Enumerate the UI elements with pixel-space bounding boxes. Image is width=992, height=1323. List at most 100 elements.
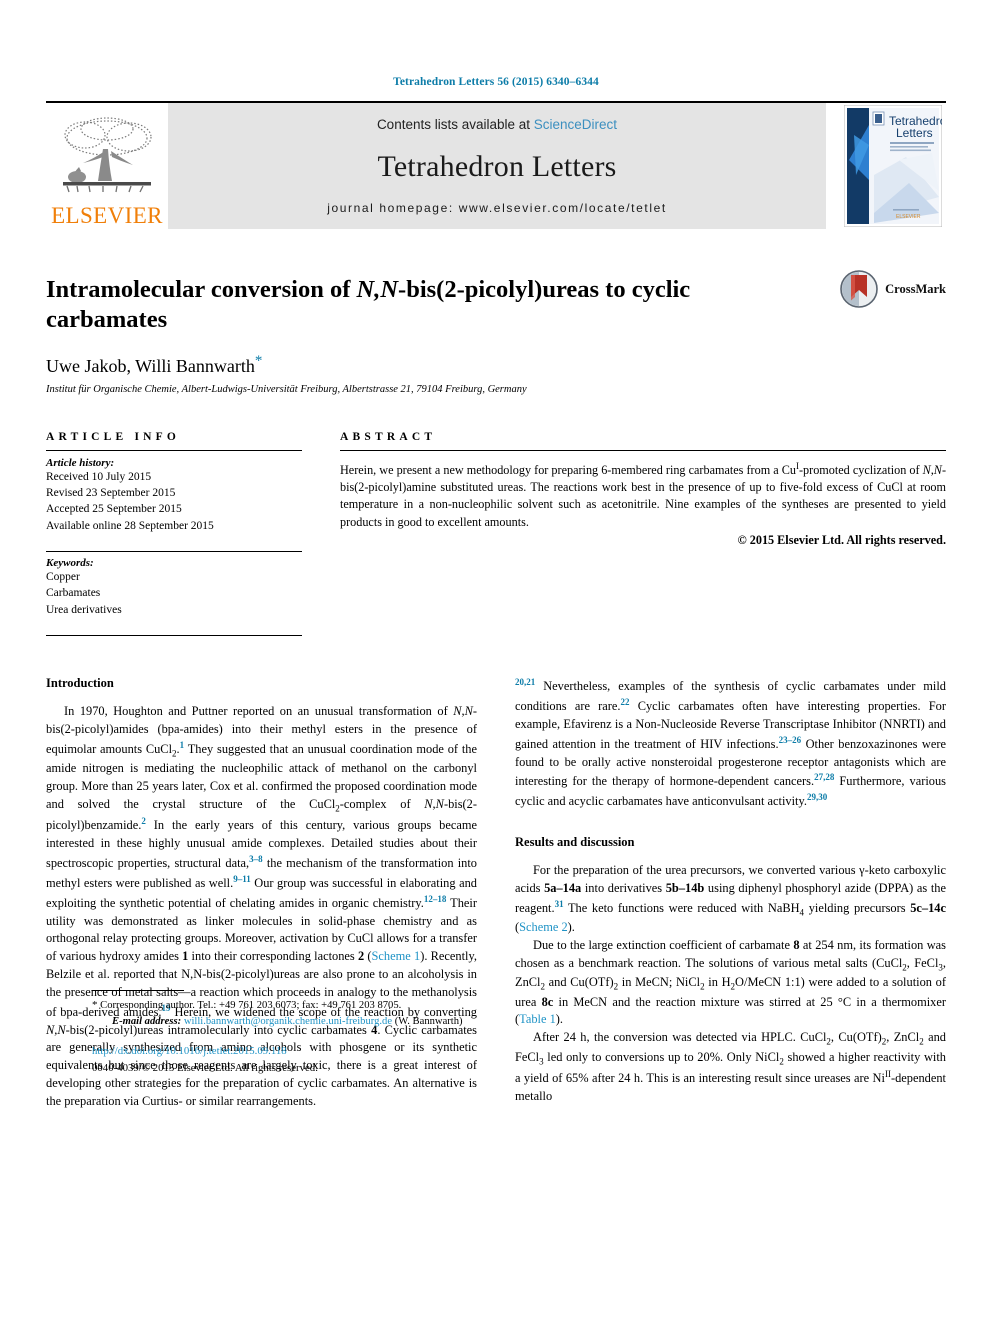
abstract-rule [340, 449, 946, 451]
footnote-corresponding-text: Corresponding author. Tel.: +49 761 203 … [100, 1000, 402, 1012]
footnote-rule [92, 990, 184, 992]
intro-seg-1: In 1970, Houghton and Puttner reported o… [64, 704, 454, 719]
footnote-email-line: E-mail address: willi.bannwarth@organik.… [92, 1014, 509, 1029]
keywords-bottom-rule [46, 635, 302, 637]
citation-ref-23-26[interactable]: 23–26 [779, 735, 802, 745]
contents-available-line: Contents lists available at ScienceDirec… [377, 117, 617, 132]
heading-results-and-discussion: Results and discussion [515, 835, 635, 850]
elsevier-logo[interactable]: ELSEVIER [46, 103, 168, 229]
res2-seg-5: and Cu(OTf) [544, 975, 614, 990]
citation-ref-29-30[interactable]: 29,30 [807, 792, 827, 802]
authors-names: Uwe Jakob, Willi Bannwarth [46, 355, 255, 376]
intro-seg-11: into their corresponding lactones [188, 949, 358, 964]
citation-ref-20-21[interactable]: 20,21 [515, 677, 535, 687]
title-italic: N,N [356, 276, 399, 303]
journal-homepage[interactable]: journal homepage: www.elsevier.com/locat… [327, 201, 667, 215]
intro-italic-1: N,N [453, 704, 473, 719]
elsevier-tree-icon [63, 117, 152, 193]
doi-block: http://dx.doi.org/10.1016/j.tetlet.2015.… [92, 1043, 509, 1076]
link-scheme-2[interactable]: Scheme 2 [519, 920, 568, 934]
abstract-column: ABSTRACT Herein, we present a new method… [340, 431, 946, 636]
abstract-heading: ABSTRACT [340, 430, 437, 443]
crossmark-badge[interactable]: CrossMark [839, 269, 946, 309]
res2-seg-10: ). [555, 1012, 564, 1027]
contents-prefix: Contents lists available at [376, 117, 534, 132]
footnote-email-suffix: (W. Bannwarth) [394, 1016, 463, 1028]
cover-image: Tetrahedron Letters ELSEVIER [844, 105, 942, 227]
article-page: Tetrahedron Letters 56 (2015) 6340–6344 [0, 0, 992, 1323]
keywords-top-rule [46, 551, 302, 553]
doi-link[interactable]: http://dx.doi.org/10.1016/j.tetlet.2015.… [92, 1045, 287, 1057]
compound-label-5c-14c: 5c–14c [910, 900, 946, 915]
keyword-urea-derivatives: Urea derivatives [46, 603, 122, 616]
body-columns: Introduction In 1970, Houghton and Puttn… [46, 676, 946, 1110]
compound-label-5b-14b: 5b–14b [665, 881, 705, 896]
footnote-star: * [92, 999, 98, 1012]
abstract-copyright: © 2015 Elsevier Ltd. All rights reserved… [737, 533, 946, 548]
intro-seg-5: -complex of [339, 796, 425, 811]
body-column-left: Introduction In 1970, Houghton and Puttn… [46, 676, 477, 1110]
citation-ref-31[interactable]: 31 [555, 899, 564, 909]
article-info-rule [46, 449, 302, 451]
citation-ref-22[interactable]: 22 [621, 697, 630, 707]
running-head: Tetrahedron Letters 56 (2015) 6340–6344 [393, 76, 599, 88]
footnote-area: * Corresponding author. Tel.: +49 761 20… [92, 990, 509, 1076]
intro-italic-2: N,N [424, 796, 444, 811]
keywords-block: Keywords: Copper Carbamates Urea derivat… [46, 557, 302, 618]
res2-seg-3: , FeCl [906, 955, 939, 970]
res2-seg-1: Due to the large extinction coefficient … [533, 938, 794, 953]
article-info-heading: ARTICLE INFO [46, 430, 181, 443]
title-part-1: Intramolecular conversion of [46, 276, 357, 303]
citation-ref-27-28[interactable]: 27,28 [814, 772, 834, 782]
sciencedirect-link[interactable]: ScienceDirect [534, 117, 617, 132]
footnote-email-link[interactable]: willi.bannwarth@organik.chemie.uni-freib… [184, 1016, 392, 1027]
footnote-email-label: E-mail address: [112, 1016, 182, 1028]
journal-title: Tetrahedron Letters [377, 149, 617, 183]
res3-seg-1: After 24 h, the conversion was detected … [533, 1030, 827, 1045]
corresponding-author-marker[interactable]: * [255, 353, 263, 369]
page-title: Intramolecular conversion of N,N-bis(2-p… [46, 275, 746, 336]
citation-ref-3-8[interactable]: 3–8 [249, 854, 263, 864]
res1-seg-4: The keto functions were reduced with NaB… [563, 900, 800, 915]
keywords-label: Keywords: [46, 557, 94, 570]
res1-seg-7: ). [567, 920, 575, 935]
journal-cover-thumbnail[interactable]: Tetrahedron Letters ELSEVIER [840, 103, 946, 229]
abstract-italic-nn: N,N [922, 462, 942, 477]
res1-seg-5: yielding precursors [804, 900, 911, 915]
svg-text:ELSEVIER: ELSEVIER [896, 214, 921, 220]
article-history-label: Article history: [46, 456, 115, 469]
citation-ref-12-18[interactable]: 12–18 [424, 894, 447, 904]
article-info-column: ARTICLE INFO Article history: Received 1… [46, 430, 302, 637]
intro-italic-3: N,N [46, 1022, 66, 1037]
intro-seg-12: ( [364, 949, 372, 964]
svg-text:Letters: Letters [896, 126, 933, 140]
title-block: CrossMark Intramolecular conversion of N… [46, 270, 946, 395]
issn-copyright-line: 0040-4039/© 2015 Elsevier Ltd. All right… [92, 1062, 318, 1075]
citation-ref-9-11[interactable]: 9–11 [233, 874, 251, 884]
paragraph-results-3: After 24 h, the conversion was detected … [515, 1029, 946, 1105]
info-abstract-row: ARTICLE INFO Article history: Received 1… [46, 430, 946, 637]
compound-label-8c: 8c [541, 994, 554, 1009]
author-list: Uwe Jakob, Willi Bannwarth* [46, 353, 946, 377]
history-received: Received 10 July 2015 [46, 470, 152, 483]
abstract-seg-1: Herein, we present a new methodology for… [340, 462, 796, 477]
crossmark-icon [840, 270, 878, 308]
history-revised: Revised 23 September 2015 [46, 487, 176, 500]
compound-label-5a-14a: 5a–14a [544, 881, 582, 896]
res2-seg-6: in MeCN; NiCl [618, 975, 701, 990]
res3-seg-3: , ZnCl [886, 1030, 920, 1045]
footnote-corresponding-author: * Corresponding author. Tel.: +49 761 20… [92, 998, 509, 1014]
abstract-text: Herein, we present a new methodology for… [340, 460, 946, 531]
res1-seg-2: into derivatives [581, 881, 666, 896]
res3-seg-5: led only to conversions up to 20%. Only … [543, 1049, 780, 1064]
keyword-carbamates: Carbamates [46, 587, 101, 600]
keyword-copper: Copper [46, 571, 80, 584]
link-scheme-1[interactable]: Scheme 1 [372, 949, 421, 963]
res2-seg-7: in H [704, 975, 731, 990]
paragraph-results-1: For the preparation of the urea precurso… [515, 862, 946, 937]
heading-introduction: Introduction [46, 676, 114, 691]
abstract-seg-2: -promoted cyclization of [798, 462, 923, 477]
res3-seg-2: , Cu(OTf) [830, 1030, 882, 1045]
masthead-center: Contents lists available at ScienceDirec… [168, 103, 826, 229]
link-table-1[interactable]: Table 1 [519, 1012, 556, 1026]
